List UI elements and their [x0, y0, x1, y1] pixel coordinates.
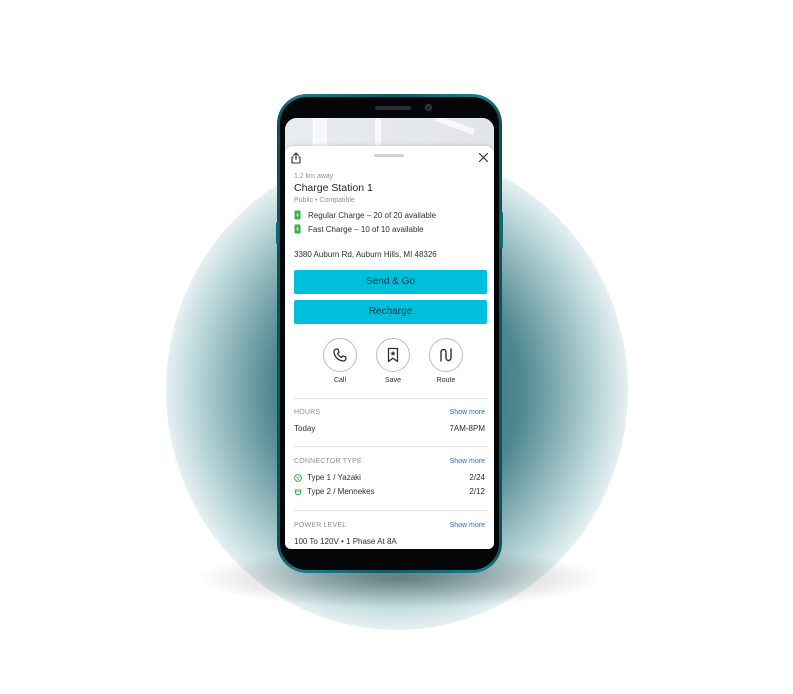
drag-handle[interactable] — [374, 154, 404, 157]
station-meta: Public • Compatible — [294, 197, 355, 204]
hours-show-more-link[interactable]: Show more — [450, 409, 485, 416]
availability-label: Fast Charge – 10 of 10 available — [308, 224, 424, 234]
share-icon[interactable] — [290, 152, 302, 164]
connector-heading: CONNECTOR TYPE — [294, 458, 362, 465]
connector-count: 2/12 — [469, 487, 485, 496]
power-level: 100 To 120V • 1 Phase At 8A — [294, 537, 397, 546]
map-road — [435, 118, 475, 135]
divider — [294, 446, 487, 447]
connector-name: Type 2 / Mennekes — [307, 487, 375, 496]
divider — [294, 398, 487, 399]
send-and-go-button[interactable]: Send & Go — [294, 270, 487, 294]
station-address: 3380 Auburn Rd, Auburn Hills, MI 48326 — [294, 250, 437, 259]
save-button[interactable] — [376, 338, 410, 372]
power-show-more-link[interactable]: Show more — [450, 522, 485, 529]
phone-icon — [333, 348, 347, 362]
phone-frame: 1.2 km away Charge Station 1 Public • Co… — [276, 94, 503, 573]
route-button[interactable] — [429, 338, 463, 372]
recharge-button[interactable]: Recharge — [294, 300, 487, 324]
route-icon — [440, 348, 452, 362]
speaker-grille — [375, 106, 411, 110]
station-name: Charge Station 1 — [294, 182, 373, 194]
charging-bolt-icon — [294, 224, 301, 234]
charging-bolt-icon — [294, 210, 301, 220]
connector-show-more-link[interactable]: Show more — [450, 458, 485, 465]
hours-day: Today — [294, 424, 315, 433]
close-icon[interactable] — [478, 152, 489, 163]
front-camera — [425, 104, 432, 111]
call-button[interactable] — [323, 338, 357, 372]
type2-connector-icon — [294, 489, 302, 495]
hours-time: 7AM-8PM — [449, 424, 485, 433]
power-level-value: 100 To 120V • 1 Phase At 8A — [294, 537, 397, 546]
phone-body: 1.2 km away Charge Station 1 Public • Co… — [280, 97, 499, 570]
quick-actions: Call Save Route — [285, 338, 494, 388]
call-label: Call — [333, 377, 347, 384]
save-action[interactable]: Save — [374, 338, 412, 384]
hours-heading: HOURS — [294, 409, 321, 416]
station-detail-sheet: 1.2 km away Charge Station 1 Public • Co… — [285, 146, 494, 549]
type1-connector-icon — [294, 473, 302, 482]
call-action[interactable]: Call — [321, 338, 359, 384]
volume-button — [276, 222, 279, 244]
route-label: Route — [436, 377, 456, 384]
station-distance: 1.2 km away — [294, 173, 334, 180]
hours-day-label: Today — [294, 424, 316, 433]
screen: 1.2 km away Charge Station 1 Public • Co… — [285, 118, 494, 549]
power-heading: POWER LEVEL — [294, 522, 347, 529]
connector-count: 2/24 — [469, 473, 485, 482]
availability-regular: Regular Charge – 20 of 20 available — [294, 210, 436, 220]
divider — [294, 510, 487, 511]
connector-name: Type 1 / Yazaki — [307, 473, 361, 482]
connector-row: Type 1 / Yazaki — [294, 473, 361, 482]
route-action[interactable]: Route — [427, 338, 465, 384]
availability-label: Regular Charge – 20 of 20 available — [308, 210, 437, 220]
bookmark-star-icon — [387, 347, 399, 363]
connector-row: Type 2 / Mennekes — [294, 487, 375, 496]
power-button — [500, 212, 503, 248]
availability-fast: Fast Charge – 10 of 10 available — [294, 224, 424, 234]
save-label: Save — [385, 377, 401, 384]
